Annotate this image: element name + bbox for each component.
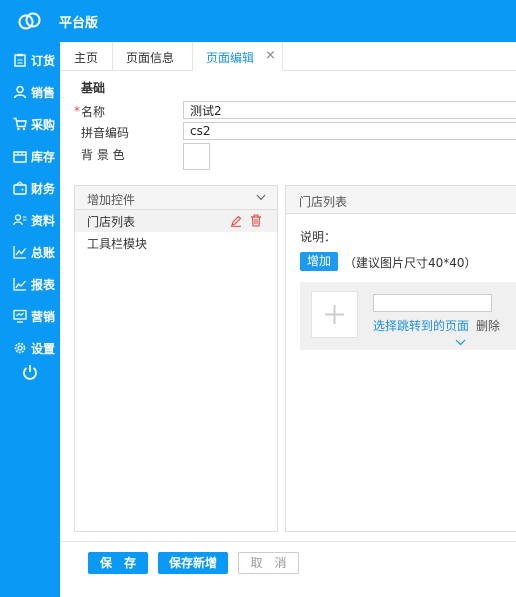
sidebar-item-reports[interactable]: 报表 <box>0 268 60 298</box>
sidebar-item-label: 库存 <box>31 150 56 164</box>
bg-color-label: 背 景 色 <box>81 148 125 162</box>
list-item[interactable]: 门店列表 <box>75 210 277 232</box>
sidebar-item-label: 资料 <box>31 214 56 228</box>
cart-icon <box>13 117 27 131</box>
sidebar-item-label: 采购 <box>31 118 56 132</box>
pinyin-input[interactable] <box>183 122 516 140</box>
line-chart-icon <box>13 246 27 259</box>
power-icon[interactable] <box>22 364 38 380</box>
choose-page-link[interactable]: 选择跳转到的页面 <box>373 317 469 334</box>
list-item-label: 门店列表 <box>87 215 136 229</box>
tab-label: 页面信息 <box>126 51 175 65</box>
cancel-button[interactable]: 取 消 <box>238 552 299 574</box>
controls-panel: 增加控件 门店列表 工具栏模块 <box>74 185 278 532</box>
remove-link[interactable]: 删除 <box>476 317 500 334</box>
person-icon <box>13 85 27 99</box>
sidebar-item-purchase[interactable]: 采购 <box>0 108 60 138</box>
link-input[interactable] <box>373 294 492 312</box>
gear-icon <box>14 342 26 354</box>
name-label: 名称 <box>81 105 106 119</box>
sidebar-item-label: 订货 <box>31 54 56 68</box>
tab-page-info[interactable]: 页面信息 <box>113 42 193 71</box>
section-title: 基础 <box>81 81 106 95</box>
sidebar-item-data[interactable]: 资料 <box>0 204 60 234</box>
sidebar-item-settings[interactable]: 设置 <box>0 332 60 362</box>
tab-label: 页面编辑 <box>206 51 255 65</box>
sidebar-item-finance[interactable]: 财务 <box>0 172 60 202</box>
sidebar-item-label: 营销 <box>31 310 56 324</box>
delete-icon[interactable] <box>250 214 262 227</box>
brand-title: 平台版 <box>59 16 99 31</box>
cloud-logo-icon <box>18 12 41 30</box>
list-item[interactable]: 工具栏模块 <box>75 232 277 254</box>
image-size-hint: （建议图片尺寸40*40） <box>344 256 477 270</box>
report-chart-icon <box>13 278 26 291</box>
tab-bar: 主页 页面信息 页面编辑 × <box>60 42 516 71</box>
warehouse-icon <box>13 151 27 163</box>
tab-page-edit[interactable]: 页面编辑 × <box>193 42 283 71</box>
bg-color-picker[interactable] <box>183 143 210 170</box>
sidebar-item-orders[interactable]: 订货 <box>0 44 60 74</box>
edit-icon[interactable] <box>230 215 242 227</box>
sidebar-item-label: 总账 <box>31 246 56 260</box>
controls-panel-title: 增加控件 <box>87 193 136 207</box>
save-new-button[interactable]: 保存新增 <box>158 552 228 574</box>
wallet-icon <box>13 181 27 195</box>
tab-home[interactable]: 主页 <box>60 42 113 71</box>
chevron-down-icon[interactable] <box>455 339 466 346</box>
sidebar-item-label: 销售 <box>31 86 56 100</box>
footer-divider <box>60 541 516 542</box>
sidebar: 订货 销售 采购 库存 财务 资料 总账 报表 营销 设置 <box>0 42 60 597</box>
add-button[interactable]: 增加 <box>300 252 338 271</box>
store-list-panel-title: 门店列表 <box>299 195 348 209</box>
sidebar-item-ledger[interactable]: 总账 <box>0 236 60 266</box>
name-input[interactable] <box>183 101 516 119</box>
store-list-panel: 门店列表 说明： 增加 （建议图片尺寸40*40） 选择跳转到的页面 删除 <box>285 185 516 532</box>
pinyin-label: 拼音编码 <box>81 126 130 140</box>
tab-label: 主页 <box>74 51 99 65</box>
top-bar: 平台版 <box>0 0 516 42</box>
list-item-label: 工具栏模块 <box>87 237 148 251</box>
image-item-card: 选择跳转到的页面 删除 <box>300 282 516 350</box>
controls-panel-header[interactable]: 增加控件 <box>75 186 277 210</box>
plus-icon <box>325 305 344 324</box>
clipboard-icon <box>14 53 26 67</box>
store-list-panel-header: 门店列表 <box>286 186 516 214</box>
sidebar-item-label: 报表 <box>31 278 56 292</box>
required-mark: * <box>74 104 80 118</box>
sidebar-item-label: 财务 <box>31 182 56 196</box>
sidebar-item-inventory[interactable]: 库存 <box>0 140 60 170</box>
sidebar-item-sales[interactable]: 销售 <box>0 76 60 106</box>
monitor-icon <box>13 309 27 323</box>
image-upload-box[interactable] <box>311 291 358 338</box>
contacts-icon <box>13 214 27 226</box>
chevron-down-icon[interactable] <box>256 194 266 201</box>
description-label: 说明： <box>300 230 337 244</box>
save-button[interactable]: 保 存 <box>88 552 148 574</box>
sidebar-item-marketing[interactable]: 营销 <box>0 300 60 330</box>
sidebar-item-label: 设置 <box>31 342 56 356</box>
tab-close-icon[interactable]: × <box>265 48 276 63</box>
